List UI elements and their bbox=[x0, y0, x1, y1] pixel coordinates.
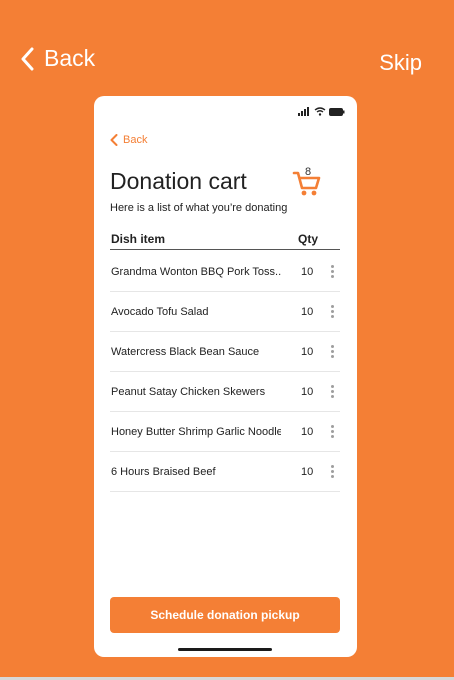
dish-qty: 10 bbox=[301, 346, 314, 358]
table-row[interactable]: Grandma Wonton BBQ Pork Toss... 10 bbox=[110, 252, 340, 292]
dish-qty: 10 bbox=[301, 306, 314, 318]
dish-qty: 10 bbox=[301, 386, 314, 398]
dish-name: Avocado Tofu Salad bbox=[111, 306, 209, 318]
battery-icon bbox=[329, 107, 345, 116]
dish-name: Honey Butter Shrimp Garlic Noodle bbox=[111, 426, 281, 438]
table-row[interactable]: 6 Hours Braised Beef 10 bbox=[110, 452, 340, 492]
inner-back-button[interactable]: Back bbox=[110, 134, 147, 146]
table-row[interactable]: Peanut Satay Chicken Skewers 10 bbox=[110, 372, 340, 412]
column-header-qty: Qty bbox=[298, 232, 319, 246]
wifi-icon bbox=[314, 107, 326, 116]
table-row[interactable]: Avocado Tofu Salad 10 bbox=[110, 292, 340, 332]
more-vertical-icon[interactable] bbox=[330, 345, 334, 359]
dish-name: Peanut Satay Chicken Skewers bbox=[111, 386, 266, 398]
cart-button[interactable]: 8 bbox=[292, 166, 322, 198]
dish-qty: 10 bbox=[301, 266, 314, 278]
phone-screen: Back Donation cart 8 Here is a list of w… bbox=[94, 96, 357, 657]
more-vertical-icon[interactable] bbox=[330, 385, 334, 399]
more-vertical-icon[interactable] bbox=[330, 425, 334, 439]
more-vertical-icon[interactable] bbox=[330, 305, 334, 319]
donation-list: Grandma Wonton BBQ Pork Toss... 10 Avoca… bbox=[110, 252, 340, 492]
dish-name: Watercress Black Bean Sauce bbox=[111, 346, 260, 358]
table-header: Dish item Qty bbox=[110, 230, 340, 250]
schedule-pickup-button[interactable]: Schedule donation pickup bbox=[110, 597, 340, 633]
chevron-left-icon bbox=[21, 47, 34, 70]
more-vertical-icon[interactable] bbox=[330, 465, 334, 479]
more-vertical-icon[interactable] bbox=[330, 265, 334, 279]
chevron-left-icon bbox=[110, 134, 118, 146]
table-row[interactable]: Watercress Black Bean Sauce 10 bbox=[110, 332, 340, 372]
shopping-cart-icon bbox=[292, 171, 321, 196]
dish-name: Grandma Wonton BBQ Pork Toss... bbox=[111, 266, 281, 278]
cellular-signal-icon bbox=[298, 107, 309, 116]
column-header-dish: Dish item bbox=[111, 232, 166, 246]
table-row[interactable]: Honey Butter Shrimp Garlic Noodle 10 bbox=[110, 412, 340, 452]
back-label: Back bbox=[44, 45, 96, 71]
dish-qty: 10 bbox=[301, 426, 314, 438]
page-subtitle: Here is a list of what you’re donating bbox=[110, 202, 288, 214]
skip-button[interactable]: Skip bbox=[379, 50, 422, 76]
dish-name: 6 Hours Braised Beef bbox=[111, 466, 216, 478]
inner-back-label: Back bbox=[123, 134, 148, 146]
dish-qty: 10 bbox=[301, 466, 314, 478]
page-title: Donation cart bbox=[110, 168, 247, 194]
home-indicator bbox=[178, 648, 272, 651]
back-button[interactable]: Back bbox=[20, 45, 95, 72]
status-bar bbox=[298, 107, 345, 116]
